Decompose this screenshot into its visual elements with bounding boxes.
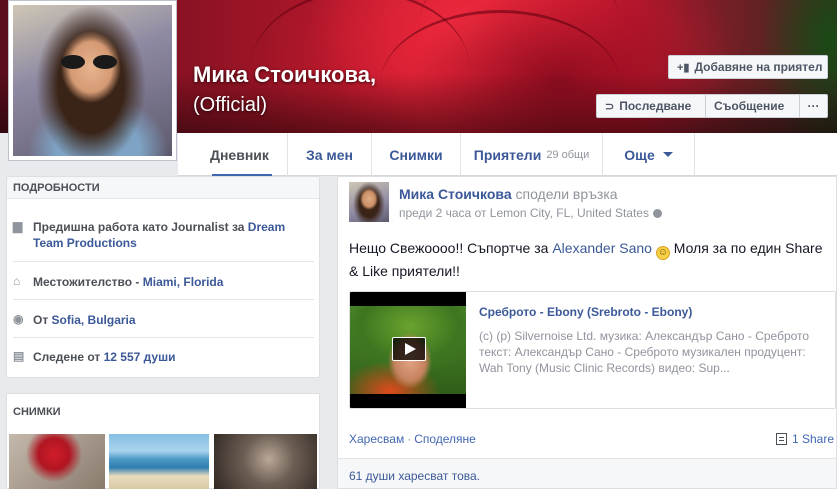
mention-link[interactable]: Alexander Sano — [552, 240, 652, 256]
about-hometown-prefix: От — [33, 313, 52, 327]
play-icon[interactable] — [392, 337, 426, 361]
photo-thumbnail[interactable] — [9, 434, 105, 489]
divider — [13, 299, 314, 300]
sunglasses-detail — [61, 55, 117, 69]
about-followers-prefix: Следене от — [33, 350, 104, 364]
rss-icon: ⊃ — [605, 100, 615, 113]
follow-label: Последване — [619, 99, 692, 113]
tab-photos[interactable]: Снимки — [372, 133, 461, 176]
tab-about[interactable]: За мен — [288, 133, 372, 176]
shared-link-preview[interactable]: Среброто - Ebony (Srebroto - Ebony) (c) … — [349, 291, 836, 409]
more-options-button[interactable]: ··· — [799, 94, 828, 118]
about-residence-prefix: Местожителство - — [33, 275, 143, 289]
likes-summary[interactable]: 61 души харесват това. — [349, 469, 480, 483]
location-pin-icon: ◉ — [13, 312, 24, 326]
post-header: Мика Стоичкова сподели връзка — [399, 186, 618, 202]
profile-picture[interactable] — [8, 0, 177, 161]
add-friend-icon: +▮ — [677, 61, 690, 74]
divider — [13, 261, 314, 262]
video-thumbnail[interactable] — [350, 292, 466, 408]
residence-link[interactable]: Miami, Florida — [143, 275, 224, 289]
about-work-prefix: Предишна работа като Journalist за — [33, 220, 248, 234]
post-author-avatar[interactable] — [349, 182, 389, 222]
divider — [13, 337, 314, 338]
profile-nav-bar: Дневник За мен Снимки Приятели 29 общи О… — [178, 133, 837, 177]
more-options-icon: ··· — [807, 99, 820, 113]
tab-friends-label: Приятели — [473, 146, 542, 163]
post-text-before: Нещо Свежоооо!! Съпортче за — [349, 240, 553, 256]
message-label: Съобщение — [714, 99, 785, 113]
separator-dot: · — [407, 432, 412, 446]
likes-summary-text: 61 души харесват това. — [349, 469, 480, 483]
about-residence: ⌂ Местожителство - Miami, Florida — [7, 274, 321, 290]
post-author-link[interactable]: Мика Стоичкова — [399, 186, 512, 202]
followers-count-link[interactable]: 12 557 души — [104, 350, 176, 364]
briefcase-icon: ▆ — [13, 219, 23, 233]
profile-subtitle: (Official) — [193, 94, 268, 116]
rss-icon: ▤ — [13, 349, 25, 363]
photos-card: СНИМКИ — [6, 393, 320, 489]
globe-icon[interactable] — [652, 209, 662, 218]
photo-thumbnail[interactable] — [214, 434, 317, 489]
about-card-title: ПОДРОБНОСТИ — [7, 177, 319, 199]
tab-more-label: Още — [624, 146, 655, 163]
share-button[interactable]: Споделяне — [414, 432, 476, 446]
chevron-down-icon — [662, 152, 673, 157]
tab-timeline[interactable]: Дневник — [178, 133, 288, 177]
about-work: ▆ Предишна работа като Journalist за Dre… — [7, 219, 321, 251]
add-friend-button[interactable]: +▮ Добавяне на приятел — [668, 55, 828, 79]
post-timestamp-location[interactable]: преди 2 часа от Lemon City, FL, United S… — [399, 206, 649, 220]
smile-emoji-icon: ☺ — [655, 246, 670, 260]
photo-thumbnail[interactable] — [109, 434, 209, 489]
profile-photo — [13, 5, 172, 156]
like-button[interactable]: Харесвам — [349, 432, 404, 446]
share-count[interactable]: 1 Share — [775, 432, 834, 446]
post-text: Нещо Свежоооо!! Съпортче за Alexander Sa… — [349, 237, 835, 282]
share-count-label: 1 Share — [791, 432, 834, 446]
add-friend-label: Добавяне на приятел — [694, 60, 823, 74]
tab-friends[interactable]: Приятели 29 общи — [461, 133, 603, 176]
hometown-link[interactable]: Sofia, Bulgaria — [52, 313, 136, 327]
link-title[interactable]: Среброто - Ebony (Srebroto - Ebony) — [479, 305, 692, 319]
post-meta: преди 2 часа от Lemon City, FL, United S… — [399, 206, 662, 220]
mutual-friends-count: 29 общи — [546, 148, 590, 161]
tab-more[interactable]: Още — [603, 133, 695, 176]
photos-card-title[interactable]: СНИМКИ — [7, 394, 319, 430]
follow-button[interactable]: ⊃ Последване — [596, 94, 706, 118]
about-followers: ▤ Следене от 12 557 души — [7, 349, 321, 365]
link-description: (c) (p) Silvernoise Ltd. музика: Алексан… — [479, 329, 810, 375]
post-action-text: сподели връзка — [515, 186, 618, 202]
post-card: Мика Стоичкова сподели връзка преди 2 ча… — [337, 176, 837, 489]
message-button[interactable]: Съобщение — [705, 94, 800, 118]
about-hometown: ◉ От Sofia, Bulgaria — [7, 312, 321, 328]
home-icon: ⌂ — [13, 274, 21, 288]
share-icon — [775, 433, 787, 445]
profile-name[interactable]: Мика Стоичкова, — [193, 62, 376, 88]
about-card: ПОДРОБНОСТИ ▆ Предишна работа като Journ… — [6, 176, 320, 378]
post-actions: Харесвам · Споделяне — [349, 432, 476, 446]
